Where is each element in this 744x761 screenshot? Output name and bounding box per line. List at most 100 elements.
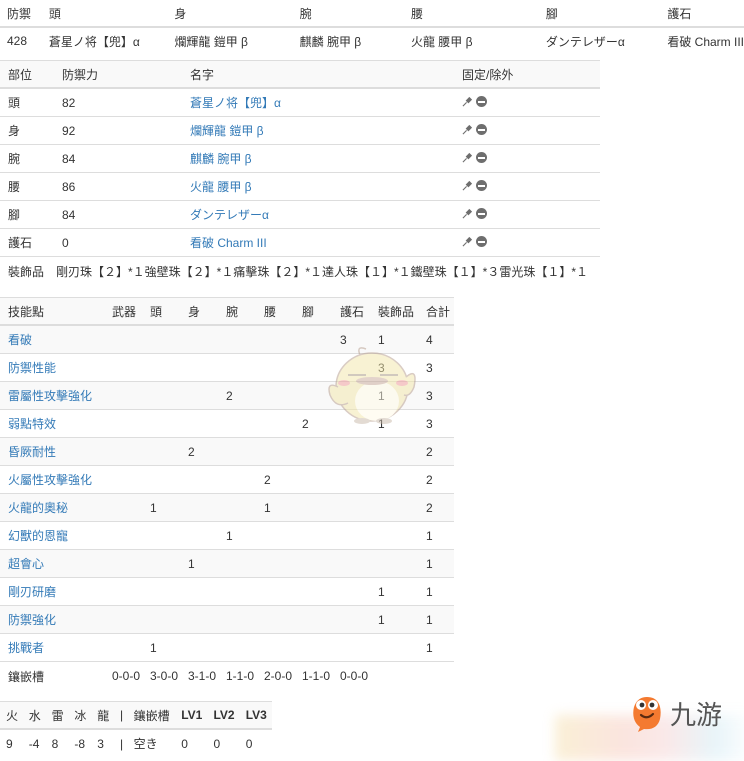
skill-points-cell: [370, 437, 418, 466]
skill-points-cell: [294, 437, 332, 466]
summary-header-head: 頭: [40, 0, 167, 28]
resist-value-cell: 9: [6, 736, 13, 751]
skill-points-cell: [142, 325, 180, 354]
summary-body: 爛輝龍 鎧甲 β: [174, 34, 248, 49]
skill-points-cell: [294, 353, 332, 382]
summary-header-waist: 腰: [402, 0, 538, 28]
skill-points-cell: 3: [418, 381, 454, 410]
skill-points-cell: 2: [418, 493, 454, 522]
skill-points-cell: [332, 549, 370, 578]
skill-name-link[interactable]: 看破: [0, 325, 104, 354]
skill-name-link[interactable]: 幻獸的恩寵: [0, 521, 104, 550]
skill-name-link[interactable]: 防禦強化: [0, 605, 104, 634]
skill-points-cell: [142, 409, 180, 438]
armor-name-link[interactable]: 麒麟 腕甲 β: [182, 144, 454, 173]
armor-defense: 82: [54, 88, 182, 117]
skill-name-link[interactable]: 雷屬性攻擊強化: [0, 381, 104, 410]
skill-points-cell: 1: [370, 577, 418, 606]
skill-points-cell: [294, 465, 332, 494]
skill-points-cell: [218, 465, 256, 494]
skill-points-cell: [142, 381, 180, 410]
skill-points-cell: [370, 633, 418, 662]
skill-points-cell: [180, 353, 218, 382]
summary-header-defense: 防禦: [0, 0, 41, 28]
pin-icon[interactable]: [462, 124, 473, 135]
skill-points-cell: [294, 381, 332, 410]
skills-header-cell: 技能點: [0, 297, 104, 326]
resist-header-cell: 水: [22, 701, 46, 730]
skill-points-cell: [180, 605, 218, 634]
resist-table: 火水雷冰龍 | 鑲嵌槽 LV1 LV2 LV3 9 -4 8 -8 3 | 空き 0 0 0: [0, 701, 272, 757]
minus-circle-icon[interactable]: [476, 123, 487, 135]
skill-points-cell: [218, 493, 256, 522]
skill-points-cell: [104, 521, 142, 550]
pin-icon[interactable]: [462, 180, 473, 191]
armor-part: 護石: [0, 228, 54, 257]
armor-actions: [454, 116, 600, 145]
skill-name-link[interactable]: 昏厥耐性: [0, 437, 104, 466]
skill-points-cell: [104, 381, 142, 410]
resist-header-cell: 冰: [68, 701, 92, 730]
pin-icon[interactable]: [462, 208, 473, 219]
armor-row: 身 92 爛輝龍 鎧甲 β: [0, 116, 600, 145]
armor-header-part: 部位: [0, 60, 54, 89]
minus-circle-icon[interactable]: [476, 151, 487, 163]
pin-icon[interactable]: [462, 96, 473, 107]
decorations-row: 裝飾品 剛刃珠【２】*１強壁珠【２】*１痛擊珠【２】*１達人珠【１】*１鐵壁珠【１…: [0, 257, 600, 286]
skill-row: 剛刃研磨 1 1: [0, 577, 454, 606]
skill-points-cell: 3: [332, 325, 370, 354]
armor-header-name: 名字: [182, 60, 454, 89]
skill-name-link[interactable]: 火屬性攻擊強化: [0, 465, 104, 494]
skill-points-cell: [218, 577, 256, 606]
site-logo: 九游: [630, 693, 722, 733]
skill-name-link[interactable]: 剛刃研磨: [0, 577, 104, 606]
skill-points-cell: [142, 605, 180, 634]
skill-row: 火屬性攻擊強化 2 2: [0, 465, 454, 494]
minus-circle-icon[interactable]: [476, 207, 487, 219]
skill-row: 弱點特效 2 1 3: [0, 409, 454, 438]
slots-cell: [370, 661, 418, 690]
slots-cell: 0-0-0: [332, 661, 370, 690]
minus-circle-icon[interactable]: [476, 95, 487, 107]
skill-points-cell: [104, 577, 142, 606]
armor-defense: 84: [54, 144, 182, 173]
armor-name-link[interactable]: 看破 Charm III: [182, 228, 454, 257]
armor-actions: [454, 172, 600, 201]
skill-points-cell: [332, 465, 370, 494]
skill-points-cell: [218, 605, 256, 634]
skill-points-cell: [180, 465, 218, 494]
skill-points-cell: [104, 353, 142, 382]
skill-points-cell: 1: [142, 493, 180, 522]
resist-value-cell: 0: [245, 736, 253, 751]
armor-row: 腰 86 火龍 腰甲 β: [0, 172, 600, 201]
skill-name-link[interactable]: 弱點特效: [0, 409, 104, 438]
resist-value-cell: -4: [28, 736, 40, 751]
skill-name-link[interactable]: 火龍的奧秘: [0, 493, 104, 522]
skill-points-cell: [180, 325, 218, 354]
jiuyou-mascot-icon: [633, 697, 661, 732]
slots-row: 鑲嵌槽 0-0-0 3-0-0 3-1-0 1-1-0 2-0-0 1-1-0 0-0-0: [0, 661, 454, 690]
skill-points-cell: [332, 633, 370, 662]
resist-value-cell: -8: [74, 736, 86, 751]
minus-circle-icon[interactable]: [476, 179, 487, 191]
pin-icon[interactable]: [462, 236, 473, 247]
armor-name-link[interactable]: 火龍 腰甲 β: [182, 172, 454, 201]
summary-header-body: 身: [166, 0, 292, 28]
armor-name-link[interactable]: 爛輝龍 鎧甲 β: [182, 116, 454, 145]
skill-name-link[interactable]: 防禦性能: [0, 353, 104, 382]
skill-points-cell: 1: [418, 633, 454, 662]
armor-name-link[interactable]: ダンテレザーα: [182, 200, 454, 229]
armor-part: 腰: [0, 172, 54, 201]
skills-header-cell: 腳: [294, 297, 332, 326]
armor-header-row: 部位 防禦力 名字 固定/除外: [0, 60, 600, 89]
pin-icon[interactable]: [462, 152, 473, 163]
minus-circle-icon[interactable]: [476, 235, 487, 247]
armor-part: 腳: [0, 200, 54, 229]
skill-points-cell: [370, 493, 418, 522]
armor-name-link[interactable]: 蒼星ノ将【兜】α: [182, 88, 454, 117]
summary-header-arms: 腕: [291, 0, 403, 28]
armor-defense: 86: [54, 172, 182, 201]
skill-name-link[interactable]: 超會心: [0, 549, 104, 578]
skill-points-cell: [256, 437, 294, 466]
skill-name-link[interactable]: 挑戰者: [0, 633, 104, 662]
